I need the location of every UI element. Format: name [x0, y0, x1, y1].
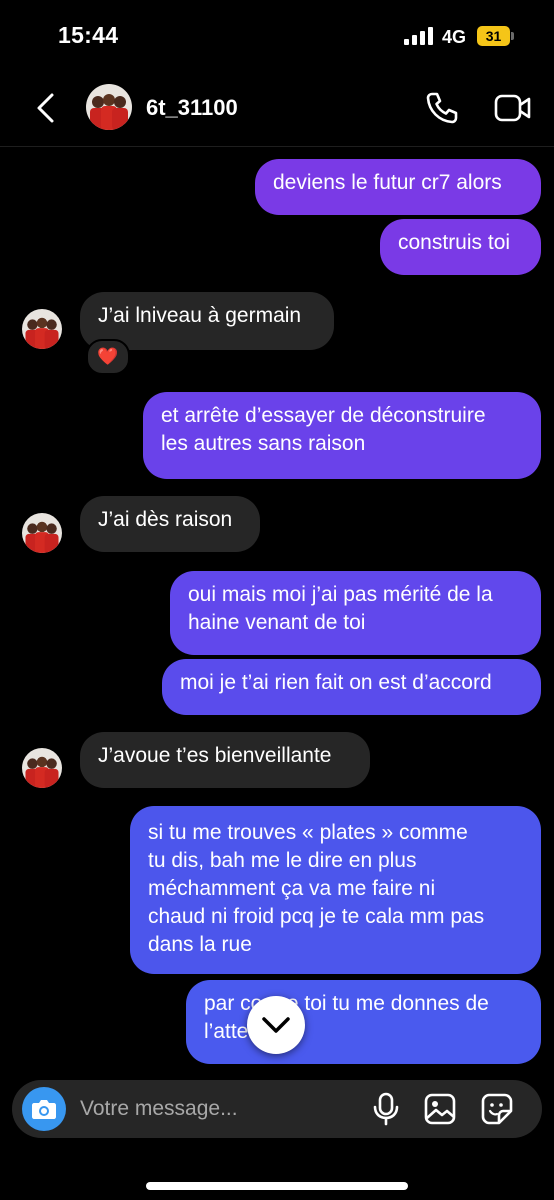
- message-bubble-sent[interactable]: si tu me trouves « plates » comme tu dis…: [130, 806, 541, 974]
- video-icon[interactable]: [494, 92, 532, 124]
- camera-button[interactable]: [22, 1087, 66, 1131]
- gallery-icon[interactable]: [423, 1092, 457, 1126]
- sticker-icon[interactable]: [480, 1092, 514, 1126]
- battery-level: 31: [477, 26, 510, 46]
- message-bubble-sent[interactable]: par contre toi tu me donnes de l’attenti…: [186, 980, 541, 1064]
- message-bubble-received[interactable]: J’ai dès raison: [80, 496, 260, 552]
- chevron-down-icon: [262, 1017, 290, 1033]
- message-bubble-sent[interactable]: oui mais moi j’ai pas mérité de la haine…: [170, 571, 541, 655]
- heart-reaction-icon[interactable]: ❤️: [86, 339, 130, 375]
- battery-icon: 31: [477, 26, 515, 46]
- network-type: 4G: [442, 27, 467, 47]
- status-time: 15:44: [58, 22, 119, 48]
- message-input[interactable]: Votre message...: [80, 1097, 238, 1121]
- message-bubble-sent[interactable]: construis toi: [380, 219, 541, 275]
- avatar[interactable]: [22, 309, 62, 349]
- phone-icon[interactable]: [424, 90, 460, 126]
- message-bubble-sent[interactable]: et arrête d’essayer de déconstruire les …: [143, 392, 541, 479]
- message-bubble-sent[interactable]: deviens le futur cr7 alors: [255, 159, 541, 215]
- avatar[interactable]: [22, 748, 62, 788]
- contact-username[interactable]: 6t_31100: [146, 95, 238, 121]
- signal-icon: [404, 27, 433, 45]
- microphone-icon[interactable]: [372, 1092, 400, 1126]
- scroll-down-button[interactable]: [247, 996, 305, 1054]
- chat-header: [0, 70, 554, 147]
- back-icon[interactable]: [34, 92, 56, 124]
- avatar[interactable]: [86, 84, 132, 130]
- avatar[interactable]: [22, 513, 62, 553]
- message-bubble-received[interactable]: J’avoue t’es bienveillante: [80, 732, 370, 788]
- message-bubble-sent[interactable]: moi je t’ai rien fait on est d’accord: [162, 659, 541, 715]
- home-indicator[interactable]: [146, 1182, 408, 1190]
- camera-icon: [32, 1100, 56, 1119]
